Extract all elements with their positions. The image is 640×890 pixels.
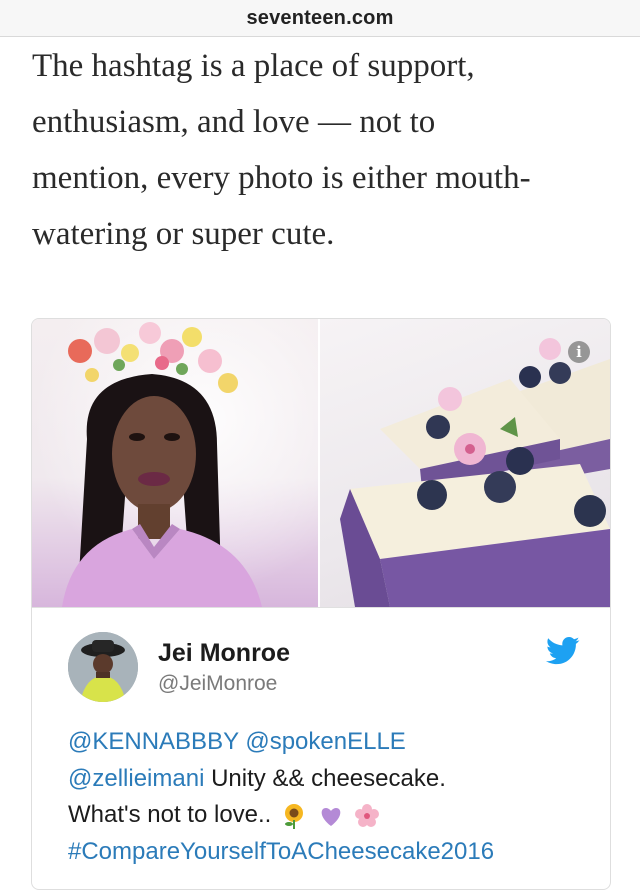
article-line: The hashtag is a place of support, (32, 48, 475, 84)
selfie-photo[interactable] (32, 319, 318, 609)
tweet-body: Jei Monroe @JeiMonroe @KENNABBBY @spoken… (32, 608, 610, 888)
article-line: enthusiasm, and love — not to (32, 104, 436, 140)
info-icon[interactable]: i (568, 341, 590, 363)
mention-link[interactable]: @zellieimani (68, 765, 204, 792)
tweet-text-part: Unity && cheesecake. (204, 764, 446, 792)
cheesecake-illustration (340, 338, 610, 607)
hashtag-link[interactable]: #CompareYourselfToACheesecake2016 (68, 838, 494, 865)
twitter-bird-icon[interactable] (546, 636, 580, 666)
author-name[interactable]: Jei Monroe (158, 639, 290, 668)
sunflower-icon (285, 803, 304, 829)
url-text: seventeen.com (246, 6, 394, 29)
tweet-text: @KENNABBBY @spokenELLE @zellieimani Unit… (68, 724, 588, 870)
tweet-text-part: What's not to love.. (68, 801, 279, 828)
embedded-tweet-card[interactable]: i Jei Monroe @JeiMonroe @KENNABBBY @spok… (31, 318, 611, 890)
purple-heart-icon (321, 807, 341, 826)
selfie-illustration (32, 319, 318, 609)
tweet-media[interactable]: i (32, 319, 610, 609)
cherry-blossom-icon (355, 803, 380, 827)
avatar[interactable] (68, 632, 138, 702)
mention-link[interactable]: @KENNABBBY (68, 728, 239, 755)
mention-link[interactable]: @spokenELLE (245, 728, 405, 755)
article-line: watering or super cute. (32, 216, 335, 252)
cheesecake-photo[interactable] (320, 319, 610, 607)
article-line: mention, every photo is either mouth- (32, 160, 531, 196)
address-bar[interactable]: seventeen.com (0, 0, 640, 37)
article-paragraph: The hashtag is a place of support, enthu… (32, 38, 622, 262)
avatar-image (68, 632, 138, 702)
author-handle[interactable]: @JeiMonroe (158, 672, 277, 696)
